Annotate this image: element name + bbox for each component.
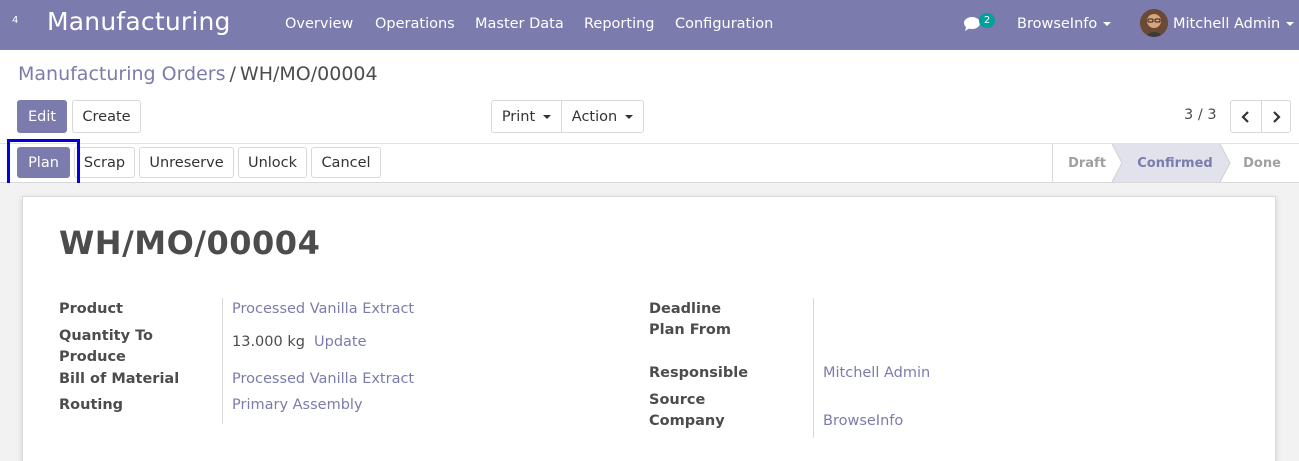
update-quantity-button[interactable]: Update — [314, 334, 367, 350]
menu-operations[interactable]: Operations — [375, 16, 455, 32]
print-label: Print — [501, 108, 536, 125]
action-dropdown[interactable]: Action — [561, 100, 644, 133]
menu-master-data[interactable]: Master Data — [475, 16, 564, 32]
product-value[interactable]: Processed Vanilla Extract — [232, 301, 414, 317]
user-avatar-icon — [1140, 9, 1168, 37]
stage-draft[interactable]: Draft — [1060, 144, 1114, 182]
unreserve-button[interactable]: Unreserve — [139, 147, 234, 178]
avatar[interactable] — [1140, 9, 1168, 37]
chevron-down-icon — [543, 114, 552, 119]
left-group-divider — [222, 298, 223, 424]
company-label: Company — [649, 413, 725, 429]
print-dropdown[interactable]: Print — [491, 100, 562, 133]
cancel-button[interactable]: Cancel — [311, 147, 381, 178]
pager-previous-button[interactable] — [1230, 100, 1262, 133]
responsible-value[interactable]: Mitchell Admin — [823, 365, 930, 381]
user-name: Mitchell Admin — [1173, 16, 1281, 32]
responsible-label: Responsible — [649, 365, 749, 381]
routing-value[interactable]: Primary Assembly — [232, 397, 363, 413]
menu-overview[interactable]: Overview — [285, 16, 353, 32]
unlock-button[interactable]: Unlock — [238, 147, 307, 178]
chevron-down-icon — [1103, 22, 1112, 26]
stage-confirmed[interactable]: Confirmed — [1126, 144, 1224, 182]
routing-label: Routing — [59, 397, 124, 413]
pager-value[interactable]: 3 / 3 — [1184, 107, 1217, 123]
chevron-right-icon — [1273, 110, 1281, 123]
breadcrumb: Manufacturing Orders / WH/MO/00004 — [18, 63, 378, 85]
edit-button[interactable]: Edit — [17, 100, 67, 133]
plan-from-label: Plan From — [649, 322, 731, 338]
menu-reporting[interactable]: Reporting — [584, 16, 655, 32]
chevron-left-icon — [1241, 110, 1249, 123]
pager-next-button[interactable] — [1261, 100, 1291, 133]
chevron-down-icon — [1286, 22, 1295, 26]
scrap-button[interactable]: Scrap — [74, 147, 135, 178]
app-title[interactable]: Manufacturing — [47, 7, 231, 36]
user-menu[interactable]: Mitchell Admin — [1173, 16, 1295, 32]
control-panel: Manufacturing Orders / WH/MO/00004 Edit Cr… — [0, 50, 1299, 144]
form-sheet: WH/MO/00004 Product Processed Vanilla Ex… — [22, 196, 1276, 461]
company-value[interactable]: BrowseInfo — [823, 413, 903, 429]
breadcrumb-current: WH/MO/00004 — [239, 63, 378, 85]
deadline-label: Deadline — [649, 301, 722, 317]
chevron-down-icon — [625, 114, 634, 119]
bom-value[interactable]: Processed Vanilla Extract — [232, 371, 414, 387]
product-label: Product — [59, 301, 123, 317]
plan-button-highlight — [7, 139, 80, 187]
action-label: Action — [571, 108, 618, 125]
breadcrumb-parent[interactable]: Manufacturing Orders — [18, 63, 226, 85]
status-bar: Plan Scrap Unreserve Unlock Cancel Draft… — [0, 144, 1299, 183]
stage-done[interactable]: Done — [1236, 144, 1288, 182]
quantity-label-line1: Quantity To — [59, 328, 154, 344]
apps-menu-icon[interactable]: 4 — [12, 15, 18, 26]
breadcrumb-separator: / — [229, 63, 236, 85]
company-name: BrowseInfo — [1017, 16, 1098, 32]
bom-label: Bill of Material — [59, 371, 180, 387]
chat-count-badge: 2 — [979, 13, 995, 28]
source-label: Source — [649, 392, 706, 408]
create-button[interactable]: Create — [72, 100, 141, 133]
quantity-value: 13.000 kg — [232, 334, 305, 350]
quantity-label-line2: Produce — [59, 349, 126, 365]
top-navbar: 4 Manufacturing Overview Operations Mast… — [0, 0, 1299, 50]
record-title: WH/MO/00004 — [59, 224, 321, 262]
menu-configuration[interactable]: Configuration — [675, 16, 773, 32]
company-switcher[interactable]: BrowseInfo — [1017, 16, 1112, 32]
right-group-divider — [813, 298, 814, 438]
